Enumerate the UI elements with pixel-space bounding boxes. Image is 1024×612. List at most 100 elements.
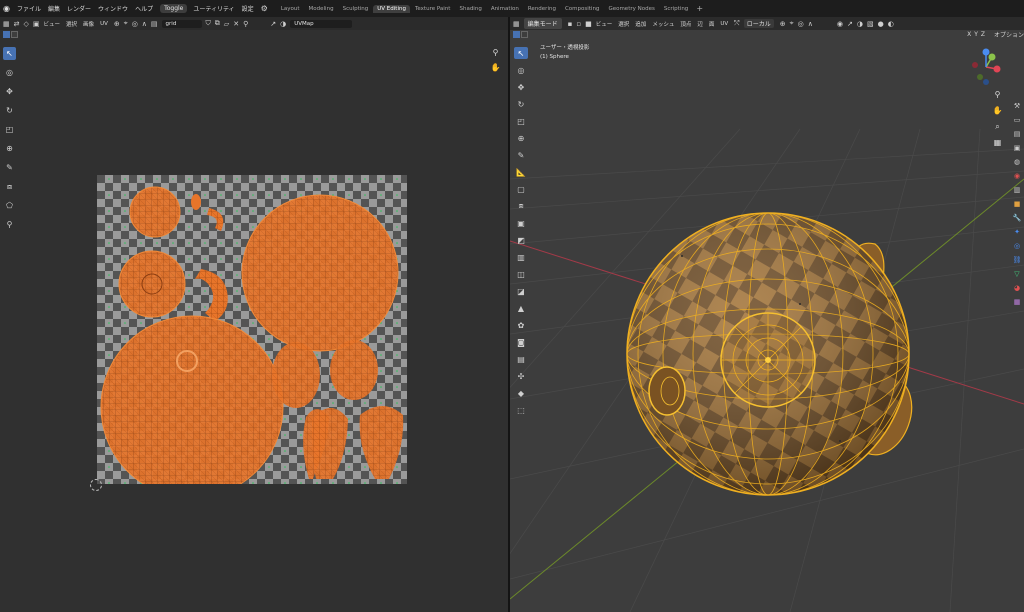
visibility-icon[interactable]: ◉	[837, 20, 843, 28]
annotate-tool-icon[interactable]: ✎	[3, 161, 16, 174]
navigation-gizmo[interactable]	[966, 47, 1006, 87]
relax-tool-icon[interactable]: ⚲	[3, 218, 16, 231]
vertex-mode-icon[interactable]: ▪	[568, 20, 573, 28]
tab-compositing[interactable]: Compositing	[561, 5, 603, 13]
mirror-x-toggle[interactable]: X	[967, 31, 971, 38]
tab-animation[interactable]: Animation	[487, 5, 523, 13]
select-box-tool-icon[interactable]: ↖	[514, 47, 528, 59]
annotate-tool-icon[interactable]: ✎	[514, 149, 528, 161]
proportional-edit-icon[interactable]: ◎	[132, 20, 138, 28]
new-image-icon[interactable]: ⧉	[215, 19, 220, 28]
tab-geometry-nodes[interactable]: Geometry Nodes	[604, 5, 658, 13]
smooth-tool-icon[interactable]: ✿	[514, 319, 528, 331]
output-props-icon[interactable]: ▤	[1012, 129, 1022, 139]
shear-tool-icon[interactable]: ✣	[514, 370, 528, 382]
edge-slide-tool-icon[interactable]: ◙	[514, 336, 528, 348]
data-props-icon[interactable]: ▽	[1012, 269, 1022, 279]
transform-tool-icon[interactable]: ⊕	[3, 142, 16, 155]
xray-icon[interactable]: ▧	[867, 20, 874, 28]
menu-preferences[interactable]: 設定	[242, 4, 254, 13]
tab-uv-editing[interactable]: UV Editing	[373, 4, 410, 13]
bevel-tool-icon[interactable]: ◩	[514, 234, 528, 246]
loop-cut-tool-icon[interactable]: ▥	[514, 251, 528, 263]
pivot-icon[interactable]: ⊕	[780, 20, 786, 28]
open-image-icon[interactable]: ▱	[224, 20, 229, 28]
zoom-icon[interactable]: ⚲	[490, 47, 501, 58]
menu-vp-mesh[interactable]: メッシュ	[652, 20, 674, 28]
falloff-icon[interactable]: ∧	[142, 20, 147, 28]
poly-build-tool-icon[interactable]: ◪	[514, 285, 528, 297]
scale-tool-icon[interactable]: ◰	[3, 123, 16, 136]
add-workspace-button[interactable]: +	[696, 4, 703, 13]
scene-props-icon[interactable]: ◍	[1012, 157, 1022, 167]
gear-icon[interactable]: ⚙	[261, 4, 268, 13]
physics-props-icon[interactable]: ◎	[1012, 241, 1022, 251]
sticky-select-icon[interactable]: ▣	[33, 20, 40, 28]
knife-tool-icon[interactable]: ◫	[514, 268, 528, 280]
pivot-icon[interactable]: ⊕	[114, 20, 120, 28]
menu-vp-edge[interactable]: 辺	[697, 20, 703, 28]
extrude-tool-icon[interactable]: ⧈	[514, 200, 528, 212]
collection-props-icon[interactable]: ▥	[1012, 185, 1022, 195]
cube-outline-tool-icon[interactable]: ⬚	[514, 404, 528, 416]
fake-user-icon[interactable]: ⛉	[206, 19, 211, 28]
rip-tool-icon[interactable]: ◆	[514, 387, 528, 399]
snap-icon[interactable]: ⌖	[790, 19, 794, 28]
zoom-icon[interactable]: ⚲	[992, 89, 1003, 100]
menu-help[interactable]: ヘルプ	[135, 4, 153, 13]
render-props-icon[interactable]: ▭	[1012, 115, 1022, 125]
menu-file[interactable]: ファイル	[17, 4, 41, 13]
cursor-tool-icon[interactable]: ◎	[3, 66, 16, 79]
mirror-z-toggle[interactable]: Z	[981, 31, 985, 38]
mirror-y-toggle[interactable]: Y	[974, 31, 978, 38]
shrink-tool-icon[interactable]: ▤	[514, 353, 528, 365]
texture-props-icon[interactable]: ▦	[1012, 297, 1022, 307]
scale-tool-icon[interactable]: ◰	[514, 115, 528, 127]
unlink-image-icon[interactable]: ✕	[233, 20, 239, 28]
tab-scripting[interactable]: Scripting	[660, 5, 692, 13]
menu-uv-uv[interactable]: UV	[100, 21, 108, 27]
editor-type-icon[interactable]: ▦	[513, 20, 520, 28]
tab-texture-paint[interactable]: Texture Paint	[411, 5, 455, 13]
modifier-props-icon[interactable]: 🔧	[1012, 213, 1022, 223]
add-cube-tool-icon[interactable]: ▢	[514, 183, 528, 195]
editor-type-icon[interactable]: ▦	[3, 20, 10, 28]
snap-icon[interactable]: ⌖	[124, 19, 128, 28]
menu-uv-image[interactable]: 画像	[83, 20, 94, 28]
viewport-canvas[interactable]	[510, 39, 1024, 612]
blender-logo-icon[interactable]: ◉	[3, 4, 12, 13]
proportional-edit-icon[interactable]: ◎	[798, 20, 804, 28]
menu-window[interactable]: ウィンドウ	[98, 4, 128, 13]
image-name-field[interactable]: grid	[161, 19, 202, 28]
cursor-tool-icon[interactable]: ◎	[514, 64, 528, 76]
tab-shading[interactable]: Shading	[455, 5, 485, 13]
gizmo-toggle-icon[interactable]: ↗	[270, 20, 276, 28]
overlay-toggle-icon[interactable]: ◑	[280, 20, 286, 28]
transform-tool-icon[interactable]: ⊕	[514, 132, 528, 144]
vertex-select-icon[interactable]	[513, 31, 520, 38]
orientation-dropdown[interactable]: ローカル	[743, 19, 774, 28]
uv-sync-icon[interactable]: ⇄	[14, 20, 20, 28]
tab-rendering[interactable]: Rendering	[524, 5, 560, 13]
shading-solid-icon[interactable]: ●	[878, 20, 884, 28]
gizmo-toggle-icon[interactable]: ↗	[847, 20, 853, 28]
menu-uv-select[interactable]: 選択	[66, 20, 77, 28]
constraints-props-icon[interactable]: ⛓	[1012, 255, 1022, 265]
edge-mode-icon[interactable]: ▫	[576, 20, 581, 28]
measure-tool-icon[interactable]: 📐	[514, 166, 528, 178]
uv-canvas[interactable]	[97, 175, 407, 484]
material-props-icon[interactable]: ◕	[1012, 283, 1022, 293]
select-mode-icon[interactable]: ◇	[24, 20, 29, 28]
menu-edit[interactable]: 編集	[48, 4, 60, 13]
perspective-toggle-icon[interactable]: ▦	[992, 137, 1003, 148]
move-tool-icon[interactable]: ✥	[514, 81, 528, 93]
view-layer-props-icon[interactable]: ▣	[1012, 143, 1022, 153]
spin-tool-icon[interactable]: ▲	[514, 302, 528, 314]
rip-tool-icon[interactable]: ⧈	[3, 180, 16, 193]
pin-icon[interactable]: ⚲	[243, 20, 248, 28]
move-tool-icon[interactable]: ✥	[3, 85, 16, 98]
menu-vp-face[interactable]: 面	[709, 20, 715, 28]
edge-select-icon[interactable]	[521, 31, 528, 38]
menu-render[interactable]: レンダー	[67, 4, 91, 13]
edge-select-icon[interactable]	[11, 31, 18, 38]
